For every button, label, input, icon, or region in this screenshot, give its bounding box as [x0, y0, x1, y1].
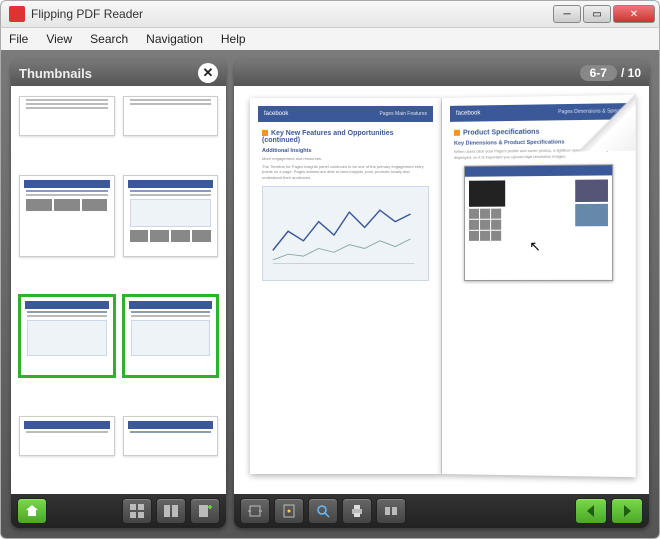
fit-width-icon — [247, 503, 263, 519]
prev-page-button[interactable] — [575, 498, 607, 524]
page-left-title: Key New Features and Opportunities (cont… — [262, 130, 429, 144]
menu-navigation[interactable]: Navigation — [146, 32, 203, 46]
thumbnails-title: Thumbnails — [19, 66, 92, 81]
menu-file[interactable]: File — [9, 32, 28, 46]
fit-page-icon — [281, 503, 297, 519]
thumbnails-header: Thumbnails ✕ — [11, 60, 226, 86]
thumbnail[interactable] — [123, 416, 219, 456]
next-page-button[interactable] — [611, 498, 643, 524]
print-icon — [349, 503, 365, 519]
bookmark-plus-icon — [197, 503, 213, 519]
page-curl-icon[interactable] — [579, 95, 635, 152]
zoom-icon — [315, 503, 331, 519]
thumb-grid-button[interactable] — [122, 498, 152, 524]
reader-panel: 6-7 / 10 facebookPages Main Features Key… — [234, 60, 649, 528]
thumbnail[interactable] — [123, 175, 219, 257]
thumbnails-footer — [11, 494, 226, 528]
zoom-button[interactable] — [308, 498, 338, 524]
page-left-chart — [262, 186, 429, 281]
minimize-button[interactable]: ─ — [553, 5, 581, 23]
thumbnail[interactable] — [123, 96, 219, 136]
rotate-icon — [383, 503, 399, 519]
rotate-button[interactable] — [376, 498, 406, 524]
menu-view[interactable]: View — [46, 32, 72, 46]
page-left-subtitle: Additional Insights — [262, 148, 429, 154]
reader-footer — [234, 494, 649, 528]
thumbnail[interactable] — [19, 175, 115, 257]
thumbnail[interactable] — [19, 416, 115, 456]
arrow-left-icon — [583, 503, 599, 519]
page-right-screenshot — [464, 164, 613, 281]
page-left-header: facebookPages Main Features — [258, 106, 433, 122]
client-area: Thumbnails ✕ — [0, 50, 660, 539]
reader-header: 6-7 / 10 — [234, 60, 649, 86]
thumbnail-grid[interactable] — [11, 86, 226, 494]
thumbnail[interactable] — [19, 96, 115, 136]
close-icon: ✕ — [203, 65, 214, 81]
fit-width-button[interactable] — [240, 498, 270, 524]
close-button[interactable]: ✕ — [613, 5, 655, 23]
reader-body[interactable]: facebookPages Main Features Key New Feat… — [234, 86, 649, 494]
window-title: Flipping PDF Reader — [31, 7, 553, 21]
facing-pages-button[interactable] — [156, 498, 186, 524]
page-indicator[interactable]: 6-7 — [580, 65, 617, 81]
menu-help[interactable]: Help — [221, 32, 246, 46]
grid-icon — [129, 503, 145, 519]
window-controls: ─ ▭ ✕ — [553, 5, 655, 23]
menubar: File View Search Navigation Help — [0, 28, 660, 50]
thumbnails-body — [11, 86, 226, 494]
facing-icon — [163, 503, 179, 519]
thumbnail-selected[interactable] — [19, 295, 115, 377]
maximize-button[interactable]: ▭ — [583, 5, 611, 23]
page-left-text: The Timeline for Pages insights panel co… — [262, 164, 429, 181]
page-left[interactable]: facebookPages Main Features Key New Feat… — [250, 98, 442, 474]
add-bookmark-button[interactable] — [190, 498, 220, 524]
menu-search[interactable]: Search — [90, 32, 128, 46]
thumbnails-close-button[interactable]: ✕ — [198, 63, 218, 83]
line-chart-icon — [269, 193, 422, 270]
arrow-right-icon — [619, 503, 635, 519]
app-icon — [9, 6, 25, 22]
thumbnails-panel: Thumbnails ✕ — [11, 60, 226, 528]
home-icon — [24, 503, 40, 519]
page-spread: facebookPages Main Features Key New Feat… — [250, 98, 633, 474]
fit-page-button[interactable] — [274, 498, 304, 524]
thumbnail-selected[interactable] — [123, 295, 219, 377]
titlebar: Flipping PDF Reader ─ ▭ ✕ — [0, 0, 660, 28]
page-right[interactable]: facebookPages Dimensions & Specs Product… — [442, 95, 636, 477]
page-total: / 10 — [621, 66, 641, 80]
print-button[interactable] — [342, 498, 372, 524]
page-left-text: More engagement and resources. — [262, 156, 429, 162]
home-button[interactable] — [17, 498, 47, 524]
